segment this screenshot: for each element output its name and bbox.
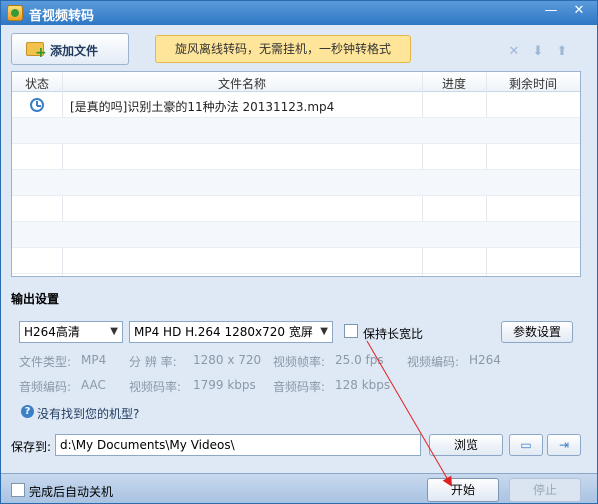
converter-window: 音视频转码 — ✕ + 添加文件 旋风离线转码，无需挂机，一秒钟转格式 ✕ ⬇ … <box>0 0 598 504</box>
annotation-arrow <box>366 340 453 487</box>
arrow-line <box>366 340 453 487</box>
